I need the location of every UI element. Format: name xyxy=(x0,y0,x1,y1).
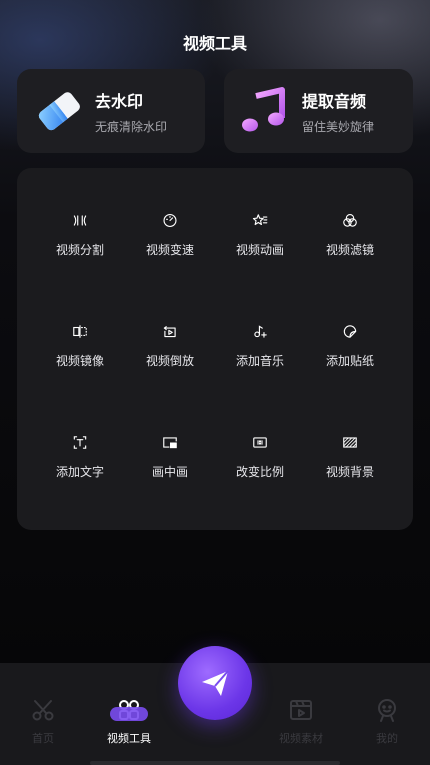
sticker-icon xyxy=(343,325,357,338)
card-title: 去水印 xyxy=(95,91,144,111)
remove-watermark-card[interactable]: 去水印 无痕清除水印 xyxy=(17,69,205,153)
background-icon xyxy=(343,437,357,448)
tool-add-text[interactable]: 添加文字 xyxy=(35,390,125,480)
text-icon xyxy=(73,436,87,449)
tool-label: 改变比例 xyxy=(235,465,284,479)
tool-label: 视频分割 xyxy=(55,243,104,257)
tool-label: 画中画 xyxy=(151,465,188,479)
music-note-icon xyxy=(242,87,285,132)
tab-mine[interactable]: 我的 xyxy=(344,663,430,765)
mirror-icon xyxy=(73,325,87,338)
tool-label: 视频背景 xyxy=(325,465,374,479)
eraser-icon xyxy=(38,92,80,131)
speedometer-icon xyxy=(163,213,177,228)
card-title: 提取音频 xyxy=(302,91,367,111)
picture-in-picture-icon xyxy=(163,437,177,449)
tab-video-material[interactable]: 视频素材 xyxy=(258,663,344,765)
create-fab-button[interactable] xyxy=(178,646,252,720)
tool-add-sticker[interactable]: 添加贴纸 xyxy=(305,279,395,369)
video-material-icon xyxy=(290,700,312,720)
tool-label: 添加文字 xyxy=(55,465,104,479)
tools-panel: 视频分割 视频变速 视频动画 视频滤镜 视频镜像 视频倒放 添加音乐 添加贴纸 … xyxy=(17,168,413,530)
card-subtitle: 留住美妙旋律 xyxy=(302,119,375,134)
home-indicator xyxy=(90,761,340,765)
tool-video-speed[interactable]: 视频变速 xyxy=(125,168,215,258)
tool-label: 添加贴纸 xyxy=(325,354,374,368)
tab-home[interactable]: 首页 xyxy=(0,663,86,765)
tool-video-reverse[interactable]: 视频倒放 xyxy=(125,279,215,369)
tool-video-mirror[interactable]: 视频镜像 xyxy=(35,279,125,369)
tool-picture-in-picture[interactable]: 画中画 xyxy=(125,390,215,480)
active-tab-indicator xyxy=(110,707,148,721)
send-plane-icon xyxy=(202,670,229,696)
tool-label: 视频镜像 xyxy=(55,354,104,368)
split-icon xyxy=(73,215,87,226)
filter-icon xyxy=(343,213,357,227)
extract-audio-card[interactable]: 提取音频 留住美妙旋律 xyxy=(224,69,413,153)
profile-icon xyxy=(378,699,396,722)
page-title: 视频工具 xyxy=(182,34,247,53)
tool-label: 视频滤镜 xyxy=(325,243,374,257)
card-subtitle: 无痕清除水印 xyxy=(95,119,168,134)
tab-label: 我的 xyxy=(376,732,398,745)
tool-add-music[interactable]: 添加音乐 xyxy=(215,279,305,369)
music-add-icon xyxy=(254,325,267,338)
scissors-icon xyxy=(32,700,54,721)
tool-label: 视频动画 xyxy=(235,243,284,257)
tool-label: 添加音乐 xyxy=(235,354,284,368)
tool-video-animation[interactable]: 视频动画 xyxy=(215,168,305,258)
tool-label: 视频变速 xyxy=(145,243,194,257)
tool-change-ratio[interactable]: 改变比例 xyxy=(215,390,305,480)
tool-label: 视频倒放 xyxy=(145,354,194,368)
tab-label: 视频工具 xyxy=(107,732,151,745)
tab-label: 首页 xyxy=(32,732,54,745)
tab-label: 视频素材 xyxy=(279,732,323,745)
star-animation-icon xyxy=(252,214,268,226)
tool-video-split[interactable]: 视频分割 xyxy=(35,168,125,258)
reverse-play-icon xyxy=(163,325,176,338)
tool-video-background[interactable]: 视频背景 xyxy=(305,390,395,480)
tool-video-filter[interactable]: 视频滤镜 xyxy=(305,168,395,258)
aspect-ratio-icon xyxy=(253,437,267,448)
